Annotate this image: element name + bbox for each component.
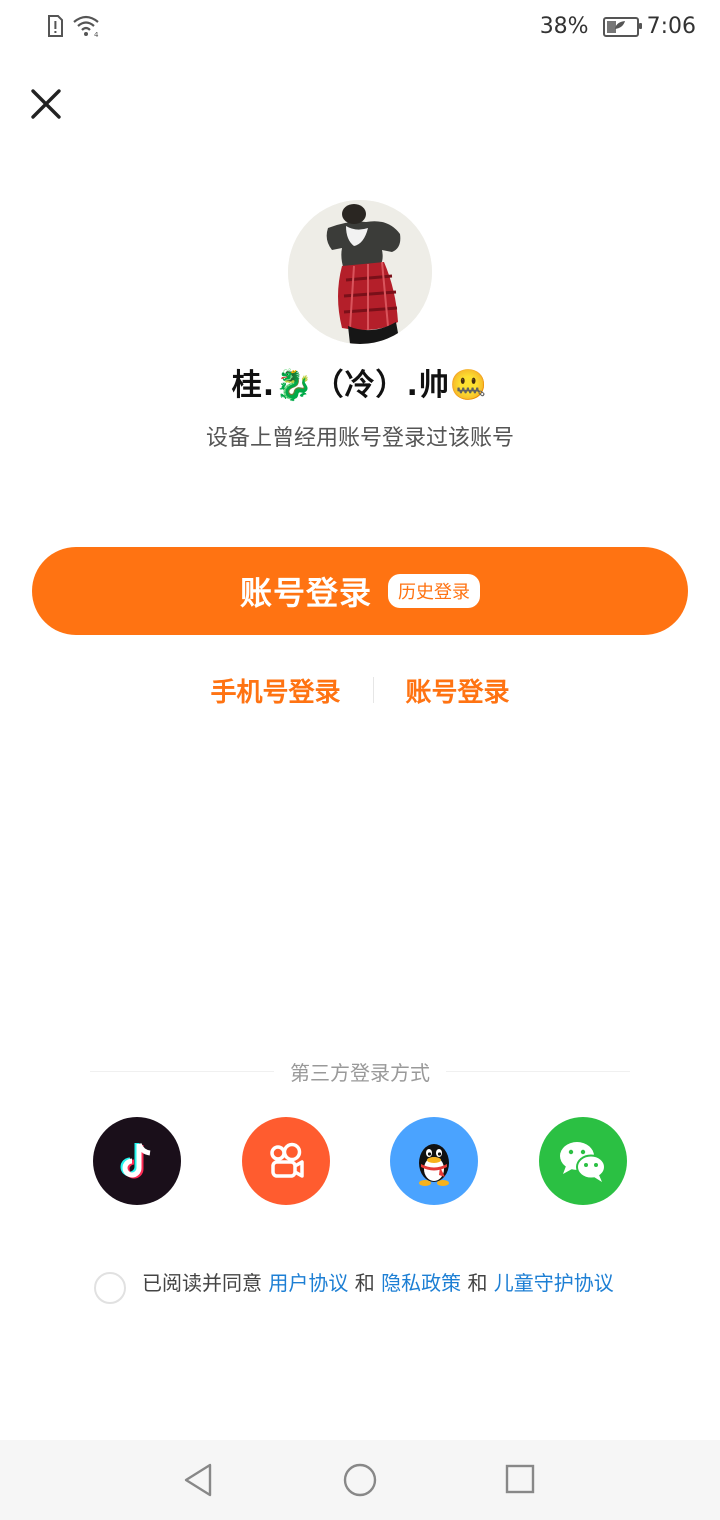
alt-login-row: 手机号登录 账号登录 bbox=[0, 670, 720, 710]
agreement-row: 已阅读并同意 用户协议 和 隐私政策 和 儿童守护协议 bbox=[94, 1270, 634, 1304]
agreement-text: 已阅读并同意 用户协议 和 隐私政策 和 儿童守护协议 bbox=[142, 1270, 614, 1296]
history-login-tag: 历史登录 bbox=[388, 574, 480, 608]
close-icon bbox=[31, 89, 61, 119]
status-bar: 4 38% 7:06 bbox=[0, 0, 720, 56]
divider bbox=[90, 1070, 274, 1072]
status-right: 38% 7:06 bbox=[540, 14, 696, 39]
sim-alert-icon bbox=[48, 15, 63, 37]
douyin-icon bbox=[120, 1143, 151, 1179]
close-button[interactable] bbox=[26, 84, 66, 124]
agreement-prefix: 已阅读并同意 bbox=[142, 1271, 262, 1295]
kuaishou-icon bbox=[270, 1142, 304, 1178]
history-hint: 设备上曾经用账号登录过该账号 bbox=[205, 426, 514, 451]
recent-apps-icon bbox=[505, 1464, 535, 1494]
divider bbox=[372, 677, 374, 703]
home-button[interactable] bbox=[340, 1460, 380, 1500]
children-protection-link[interactable]: 儿童守护协议 bbox=[494, 1271, 614, 1295]
back-button[interactable] bbox=[180, 1460, 220, 1500]
douyin-login-button[interactable] bbox=[93, 1117, 181, 1205]
qq-login-button[interactable] bbox=[390, 1117, 478, 1205]
kuaishou-login-button[interactable] bbox=[242, 1117, 330, 1205]
clock: 7:06 bbox=[646, 14, 696, 39]
privacy-policy-link[interactable]: 隐私政策 bbox=[381, 1271, 461, 1295]
account-login-button[interactable]: 账号登录 历史登录 bbox=[32, 547, 688, 635]
navigation-bar bbox=[0, 1440, 720, 1520]
recent-apps-button[interactable] bbox=[500, 1460, 540, 1500]
nickname: 桂.🐉（冷）.帅🤐 bbox=[231, 368, 489, 403]
third-party-header: 第三方登录方式 bbox=[90, 1058, 630, 1085]
avatar bbox=[288, 200, 432, 344]
third-party-title: 第三方登录方式 bbox=[290, 1060, 430, 1085]
back-icon bbox=[184, 1463, 212, 1497]
agreement-checkbox[interactable] bbox=[94, 1272, 126, 1304]
avatar-image bbox=[288, 200, 432, 344]
agreement-and: 和 bbox=[467, 1271, 488, 1295]
account-login-label: 账号登录 bbox=[239, 574, 372, 612]
svg-text:4: 4 bbox=[94, 31, 99, 38]
wifi-icon: 4 bbox=[73, 15, 99, 38]
status-left: 4 bbox=[46, 14, 102, 38]
wechat-icon bbox=[560, 1142, 606, 1182]
phone-login-link[interactable]: 手机号登录 bbox=[210, 672, 340, 709]
home-icon bbox=[343, 1463, 377, 1497]
battery-icon bbox=[602, 16, 642, 37]
divider bbox=[446, 1070, 630, 1072]
third-party-icons bbox=[0, 1117, 720, 1205]
agreement-and: 和 bbox=[354, 1271, 375, 1295]
account-login-link[interactable]: 账号登录 bbox=[406, 672, 510, 709]
qq-icon bbox=[419, 1144, 449, 1186]
wechat-login-button[interactable] bbox=[539, 1117, 627, 1205]
user-agreement-link[interactable]: 用户协议 bbox=[268, 1271, 348, 1295]
battery-percent: 38% bbox=[539, 14, 589, 39]
